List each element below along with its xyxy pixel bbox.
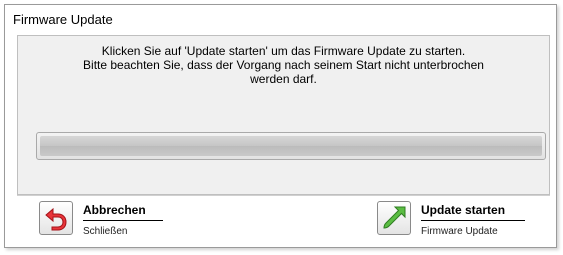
start-update-action[interactable]: Update starten Firmware Update — [377, 201, 537, 243]
instruction-line-2: Bitte beachten Sie, dass der Vorgang nac… — [83, 58, 484, 72]
content-panel: Klicken Sie auf 'Update starten' um das … — [17, 35, 550, 195]
progress-bar — [36, 132, 546, 160]
start-update-label[interactable]: Update starten — [421, 203, 505, 217]
firmware-update-dialog: Firmware Update Klicken Sie auf 'Update … — [4, 4, 557, 248]
start-update-sublabel: Firmware Update — [421, 226, 498, 237]
progress-bar-fill — [40, 136, 542, 156]
dialog-title: Firmware Update — [13, 12, 113, 27]
cancel-button[interactable] — [39, 201, 73, 235]
back-arrow-icon — [45, 207, 67, 231]
divider — [17, 195, 550, 196]
cancel-label[interactable]: Abbrechen — [83, 203, 146, 217]
start-update-label-underline — [421, 220, 525, 221]
cancel-label-underline — [83, 220, 163, 221]
cancel-action[interactable]: Abbrechen Schließen — [39, 201, 189, 243]
cancel-sublabel: Schließen — [83, 226, 128, 237]
start-update-button[interactable] — [377, 201, 411, 235]
instruction-text: Klicken Sie auf 'Update starten' um das … — [18, 44, 549, 86]
instruction-line-1: Klicken Sie auf 'Update starten' um das … — [101, 44, 466, 58]
instruction-line-3: werden darf. — [250, 72, 317, 86]
up-right-arrow-icon — [383, 206, 406, 229]
